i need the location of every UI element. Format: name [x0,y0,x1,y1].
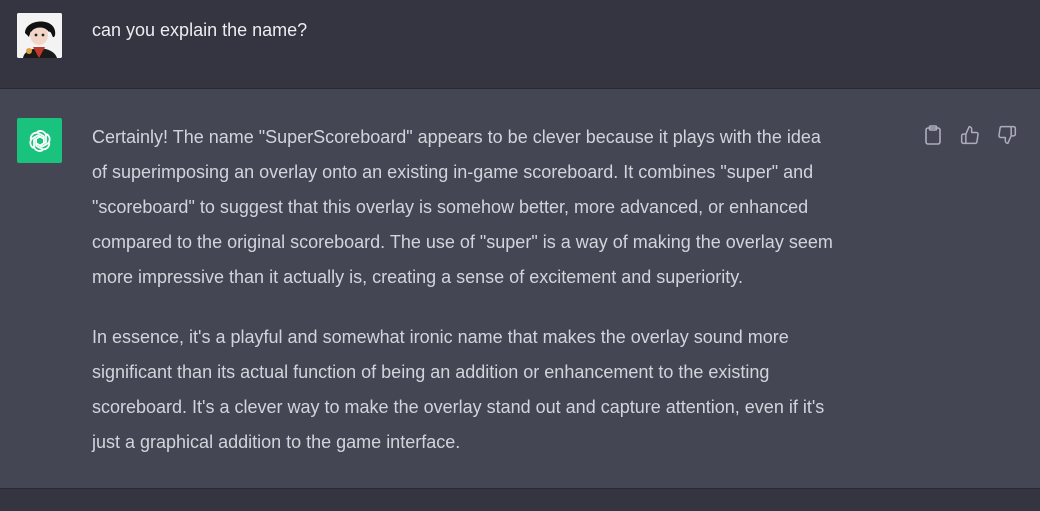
answer-line: Certainly! The name "SuperScoreboard" ap… [92,127,821,147]
assistant-avatar [17,118,62,163]
user-avatar [17,13,62,58]
answer-line: scoreboard. It's a clever way to make th… [92,397,825,417]
thumbs-up-button[interactable] [959,124,981,146]
copy-button[interactable] [922,124,944,146]
openai-logo-icon [28,129,51,152]
user-message-row: can you explain the name? [0,0,1040,89]
thumbs-down-icon [998,125,1017,145]
message-actions [922,124,1018,146]
assistant-message-text: Certainly! The name "SuperScoreboard" ap… [92,120,922,460]
clipboard-icon [925,125,941,145]
thumbs-up-icon [960,125,979,145]
user-message-text: can you explain the name? [92,20,308,40]
answer-line: compared to the original scoreboard. The… [92,232,833,252]
chat-thread: can you explain the name? Certainly! The… [0,0,1040,511]
answer-line: "scoreboard" to suggest that this overla… [92,197,809,217]
thread-footer [0,489,1040,511]
answer-line: of superimposing an overlay onto an exis… [92,162,814,182]
answer-line: more impressive than it actually is, cre… [92,267,743,287]
thumbs-down-button[interactable] [996,124,1018,146]
answer-line: significant than its actual function of … [92,362,770,382]
answer-line: just a graphical addition to the game in… [92,432,461,452]
answer-line: In essence, it's a playful and somewhat … [92,327,789,347]
